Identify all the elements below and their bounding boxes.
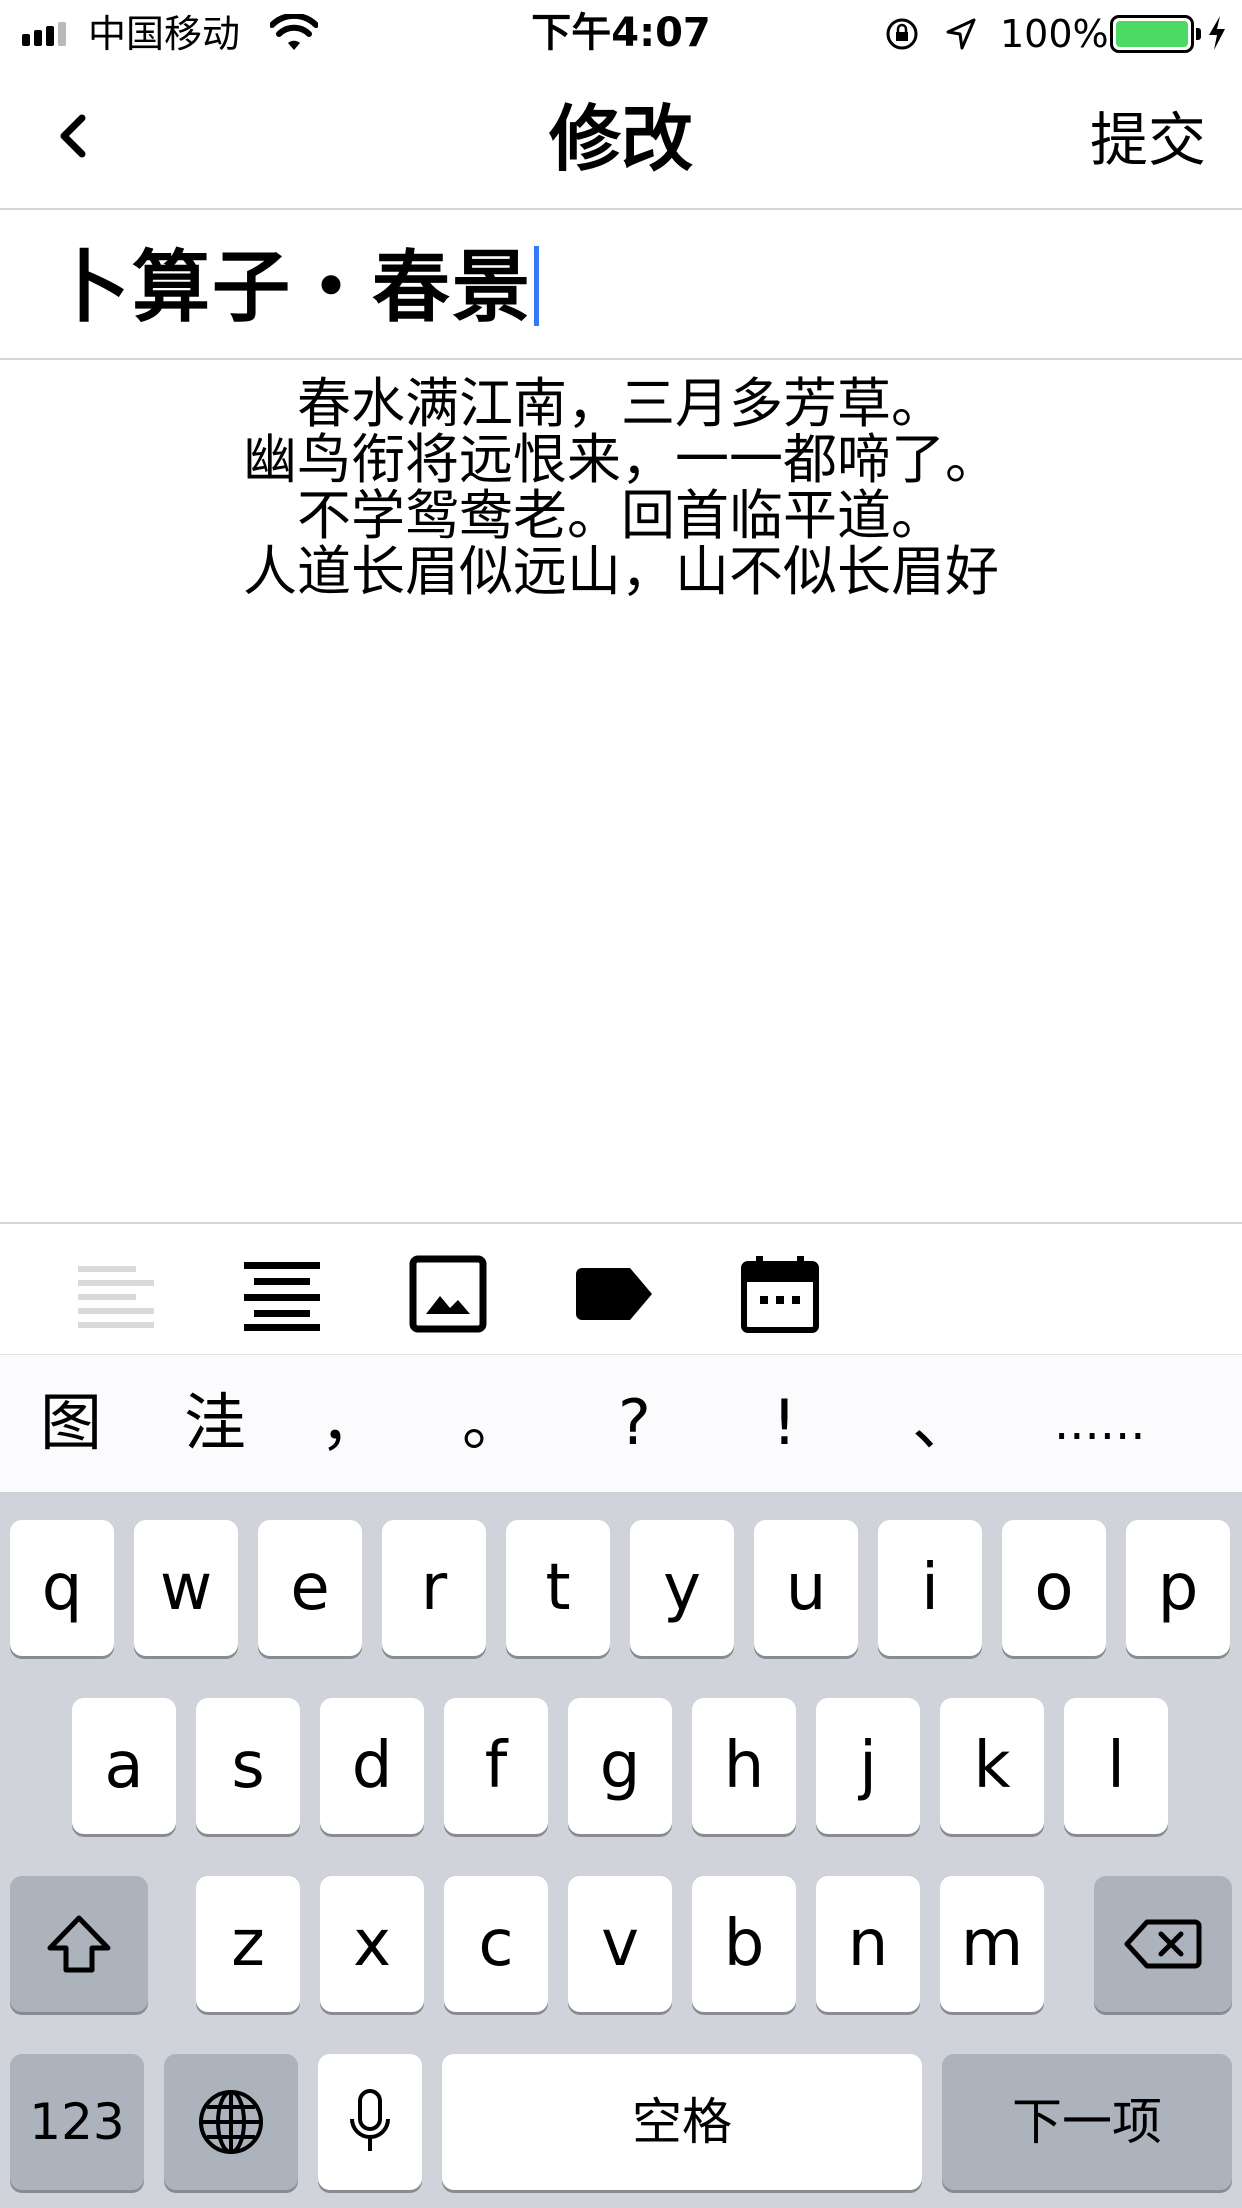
battery-tip — [1196, 28, 1201, 40]
poem-line: 人道长眉似远山，山不似长眉好 — [243, 540, 999, 603]
key-r[interactable]: r — [382, 1520, 486, 1656]
navigation-bar: 修改 提交 — [0, 66, 1242, 210]
key-p[interactable]: p — [1126, 1520, 1230, 1656]
title-input-value: 卜算子・春景 — [52, 242, 533, 333]
key-u[interactable]: u — [754, 1520, 858, 1656]
key-a[interactable]: a — [72, 1698, 176, 1834]
charging-icon — [1209, 16, 1225, 50]
key-f[interactable]: f — [444, 1698, 548, 1834]
key-c[interactable]: c — [444, 1876, 548, 2012]
key-v[interactable]: v — [568, 1876, 672, 2012]
page-title: 修改 — [548, 97, 693, 181]
key-t[interactable]: t — [506, 1520, 610, 1656]
key-n[interactable]: n — [816, 1876, 920, 2012]
key-b[interactable]: b — [692, 1876, 796, 2012]
poem-line: 幽鸟衔将远恨来，一一都啼了。 — [243, 428, 999, 491]
title-input[interactable]: 卜算子・春景 — [52, 240, 540, 336]
orientation-lock-icon — [886, 18, 918, 50]
key-s[interactable]: s — [196, 1698, 300, 1834]
battery-percent: 100% — [1000, 12, 1109, 56]
candidate-item[interactable]: 洼 — [184, 1383, 246, 1463]
globe-key[interactable] — [164, 2054, 298, 2190]
candidate-item[interactable]: ? — [618, 1383, 651, 1463]
keyboard: q w e r t y u i o p a s d f g h j k l z … — [0, 1492, 1242, 2208]
image-icon[interactable] — [408, 1254, 488, 1334]
key-q[interactable]: q — [10, 1520, 114, 1656]
key-h[interactable]: h — [692, 1698, 796, 1834]
battery-icon — [1110, 15, 1194, 53]
key-o[interactable]: o — [1002, 1520, 1106, 1656]
candidate-item[interactable]: 。 — [462, 1383, 524, 1463]
space-key[interactable]: 空格 — [442, 2054, 922, 2190]
key-e[interactable]: e — [258, 1520, 362, 1656]
candidate-item[interactable]: ! — [772, 1383, 797, 1463]
shift-icon — [47, 1915, 111, 1973]
next-key[interactable]: 下一项 — [942, 2054, 1232, 2190]
candidate-item[interactable]: 、 — [912, 1383, 974, 1463]
key-i[interactable]: i — [878, 1520, 982, 1656]
poem-line: 不学鸳鸯老。回首临平道。 — [297, 484, 945, 547]
key-x[interactable]: x — [320, 1876, 424, 2012]
align-left-icon[interactable] — [76, 1254, 156, 1334]
microphone-icon — [350, 2089, 390, 2151]
key-k[interactable]: k — [940, 1698, 1044, 1834]
candidate-item[interactable]: ...... — [1054, 1383, 1146, 1463]
tag-icon[interactable] — [574, 1254, 654, 1334]
format-toolbar — [0, 1222, 1242, 1354]
body-text-area[interactable]: 春水满江南，三月多芳草。 幽鸟衔将远恨来，一一都啼了。 不学鸳鸯老。回首临平道。… — [60, 376, 1182, 600]
poem-line: 春水满江南，三月多芳草。 — [297, 372, 945, 435]
submit-button[interactable]: 提交 — [1090, 102, 1206, 178]
status-bar: 中国移动 下午4:07 100% — [0, 0, 1242, 66]
location-icon — [946, 18, 976, 50]
candidate-item[interactable]: 图 — [40, 1383, 102, 1463]
key-z[interactable]: z — [196, 1876, 300, 2012]
key-d[interactable]: d — [320, 1698, 424, 1834]
key-g[interactable]: g — [568, 1698, 672, 1834]
text-cursor — [534, 246, 540, 326]
globe-icon — [199, 2090, 263, 2154]
candidate-item[interactable]: ， — [320, 1383, 382, 1463]
delete-key[interactable] — [1094, 1876, 1232, 2012]
key-w[interactable]: w — [134, 1520, 238, 1656]
key-l[interactable]: l — [1064, 1698, 1168, 1834]
candidate-bar: 图 洼 ， 。 ? ! 、 ...... — [0, 1354, 1242, 1492]
align-center-icon[interactable] — [242, 1254, 322, 1334]
key-m[interactable]: m — [940, 1876, 1044, 2012]
key-j[interactable]: j — [816, 1698, 920, 1834]
dictation-key[interactable] — [318, 2054, 422, 2190]
key-y[interactable]: y — [630, 1520, 734, 1656]
delete-icon — [1124, 1919, 1202, 1969]
calendar-icon[interactable] — [740, 1254, 820, 1334]
numbers-key[interactable]: 123 — [10, 2054, 144, 2190]
shift-key[interactable] — [10, 1876, 148, 2012]
title-field[interactable]: 卜算子・春景 — [0, 212, 1242, 360]
